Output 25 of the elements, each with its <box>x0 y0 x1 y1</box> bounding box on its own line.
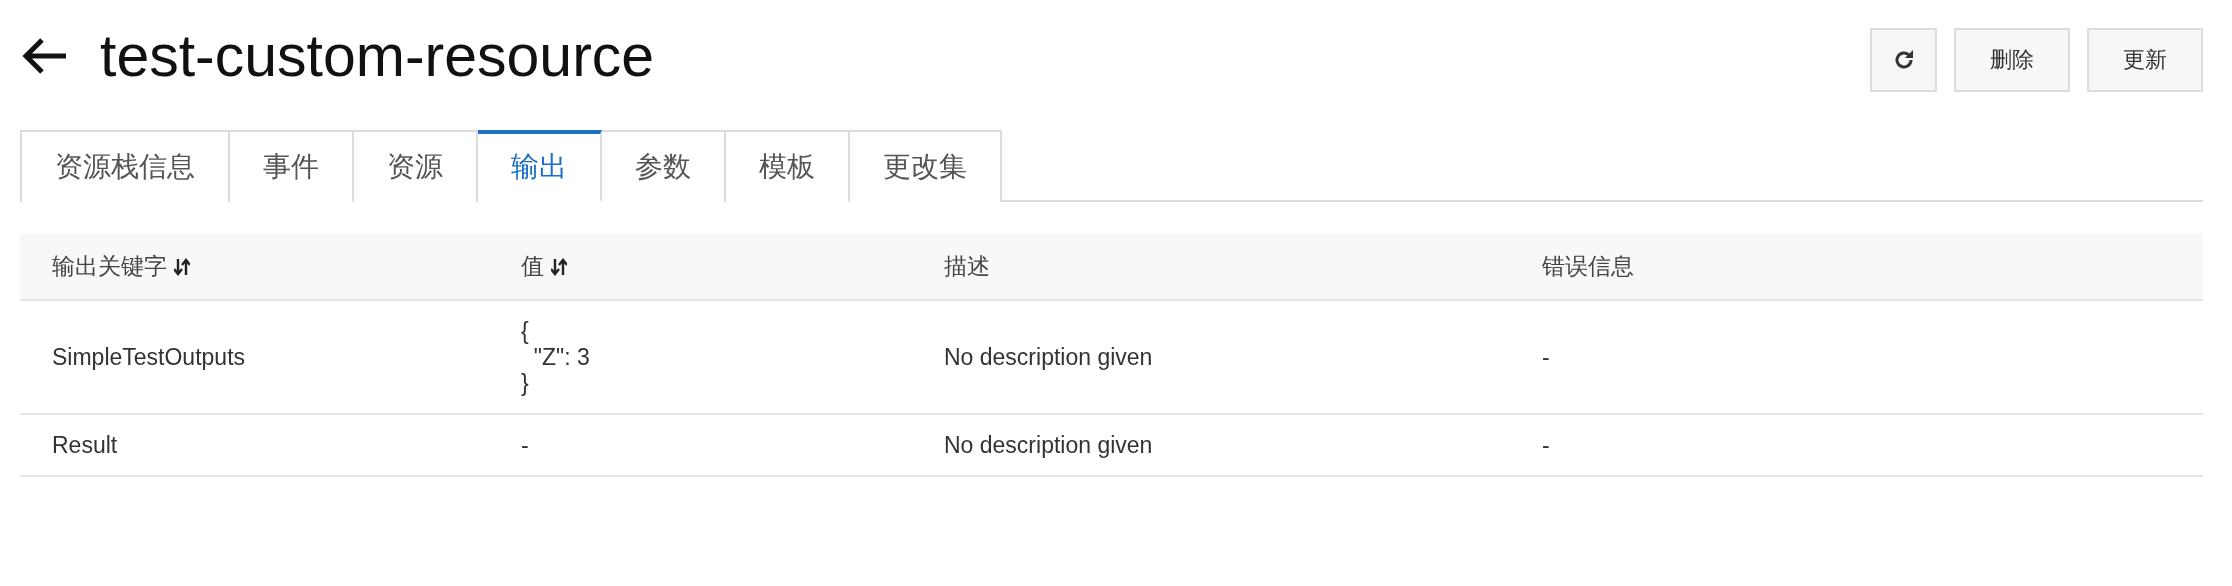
table-cell-text: - <box>1542 431 1550 460</box>
table-cell-text: - <box>521 431 529 460</box>
tab[interactable]: 更改集 <box>850 130 1002 202</box>
tab[interactable]: 事件 <box>230 130 354 202</box>
column-header: 描述 <box>944 252 990 281</box>
action-button[interactable]: 删除 <box>1954 28 2070 92</box>
tab[interactable]: 资源 <box>354 130 478 202</box>
action-button[interactable]: 更新 <box>2087 28 2203 92</box>
table-cell-text: SimpleTestOutputs <box>52 343 246 372</box>
table-cell-text: No description given <box>944 431 1153 460</box>
tab[interactable]: 输出 <box>478 130 602 202</box>
column-header: 值 <box>521 252 544 281</box>
table-cell-text: - <box>1542 343 1550 372</box>
refresh-button[interactable] <box>1870 28 1937 92</box>
sort-icon[interactable] <box>174 256 190 277</box>
tab[interactable]: 资源栈信息 <box>20 130 230 202</box>
page-title: test-custom-resource <box>100 26 655 86</box>
tab[interactable]: 模板 <box>726 130 850 202</box>
tab[interactable]: 参数 <box>602 130 726 202</box>
sort-icon[interactable] <box>551 256 567 277</box>
table-cell-text: No description given <box>944 343 1153 372</box>
column-header: 错误信息 <box>1542 252 1634 281</box>
table-cell-text: Result <box>52 431 118 460</box>
column-header: 输出关键字 <box>52 252 167 281</box>
table-cell-text: { "Z": 3 } <box>521 317 590 398</box>
